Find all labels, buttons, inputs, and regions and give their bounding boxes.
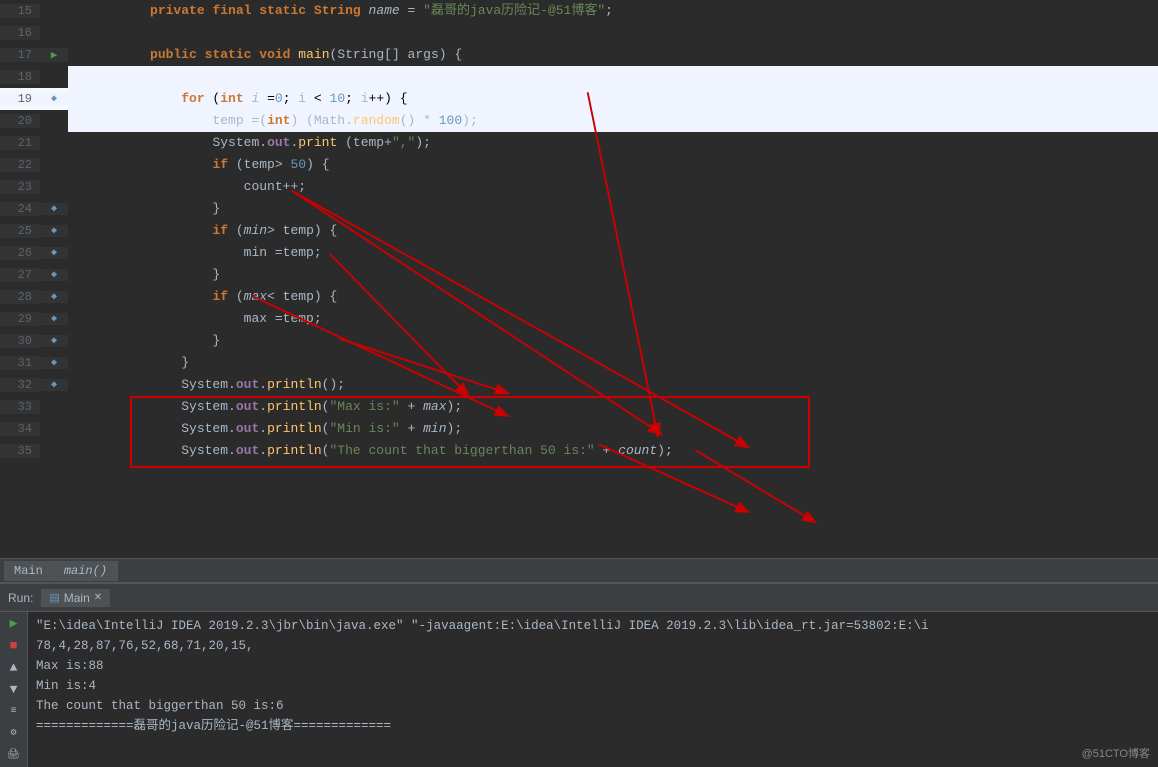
gutter-29: ◆ <box>40 313 68 325</box>
line-num-34: 34 <box>0 422 40 436</box>
gutter-17[interactable]: ▶ <box>40 48 68 62</box>
bookmark-icon-19: ◆ <box>51 93 57 105</box>
tab-strip: Main main() <box>0 558 1158 582</box>
bookmark-icon-28: ◆ <box>51 291 57 303</box>
gutter-32: ◆ <box>40 379 68 391</box>
line-num-20: 20 <box>0 114 40 128</box>
run-header: Run: ▤ Main ✕ <box>0 584 1158 612</box>
run-play-btn[interactable]: ▶ <box>4 616 24 632</box>
run-sidebar: ▶ ■ ▲ ▼ ≡ ⚙ 🖨 <box>0 612 28 767</box>
run-output: "E:\idea\IntelliJ IDEA 2019.2.3\jbr\bin\… <box>28 612 1158 767</box>
ide-container: 15 private final static String name = "磊… <box>0 0 1158 767</box>
code-line-15: 15 private final static String name = "磊… <box>0 0 1158 22</box>
bookmark-icon-26: ◆ <box>51 247 57 259</box>
line-num-33: 33 <box>0 400 40 414</box>
line-num-21: 21 <box>0 136 40 150</box>
gutter-24: ◆ <box>40 203 68 215</box>
line-num-26: 26 <box>0 246 40 260</box>
line-num-35: 35 <box>0 444 40 458</box>
run-panel: Run: ▤ Main ✕ ▶ ■ ▲ ▼ ≡ ⚙ 🖨 "E:\idea\Int… <box>0 582 1158 767</box>
editor-area: 15 private final static String name = "磊… <box>0 0 1158 558</box>
line-content-35: System.out.println("The count that bigge… <box>68 418 1158 484</box>
run-tab-label: Main <box>64 591 90 605</box>
line-num-16: 16 <box>0 26 40 40</box>
run-output-line-5: The count that biggerthan 50 is:6 <box>36 696 1150 716</box>
code-line-35: 35 System.out.println("The count that bi… <box>0 440 1158 462</box>
line-num-18: 18 <box>0 70 40 84</box>
line-num-15: 15 <box>0 4 40 18</box>
run-icon-17[interactable]: ▶ <box>51 48 58 62</box>
run-tab-main[interactable]: ▤ Main ✕ <box>41 589 110 607</box>
bookmark-icon-27: ◆ <box>51 269 57 281</box>
gutter-26: ◆ <box>40 247 68 259</box>
run-tab-close[interactable]: ✕ <box>94 592 102 603</box>
run-output-line-1: "E:\idea\IntelliJ IDEA 2019.2.3\jbr\bin\… <box>36 616 1150 636</box>
code-view: 15 private final static String name = "磊… <box>0 0 1158 558</box>
line-num-22: 22 <box>0 158 40 172</box>
line-num-31: 31 <box>0 356 40 370</box>
run-print-btn[interactable]: 🖨 <box>4 747 24 763</box>
bookmark-icon-30: ◆ <box>51 335 57 347</box>
line-num-29: 29 <box>0 312 40 326</box>
gutter-27: ◆ <box>40 269 68 281</box>
run-output-line-2: 78,4,28,87,76,52,68,71,20,15, <box>36 636 1150 656</box>
watermark: @51CTO博客 <box>1082 745 1150 761</box>
line-num-17: 17 <box>0 48 40 62</box>
run-output-line-4: Min is:4 <box>36 676 1150 696</box>
line-num-19: 19 <box>0 92 40 106</box>
line-num-30: 30 <box>0 334 40 348</box>
run-settings-btn[interactable]: ⚙ <box>4 725 24 741</box>
gutter-30: ◆ <box>40 335 68 347</box>
bookmark-icon-25: ◆ <box>51 225 57 237</box>
gutter-19: ◆ <box>40 93 68 105</box>
run-scroll-down-btn[interactable]: ▼ <box>4 682 24 698</box>
gutter-25: ◆ <box>40 225 68 237</box>
line-num-23: 23 <box>0 180 40 194</box>
line-num-27: 27 <box>0 268 40 282</box>
run-scroll-up-btn[interactable]: ▲ <box>4 660 24 676</box>
gutter-28: ◆ <box>40 291 68 303</box>
run-label: Run: <box>8 591 33 605</box>
bookmark-icon-31: ◆ <box>51 357 57 369</box>
tab-main[interactable]: Main <box>4 561 54 581</box>
line-num-25: 25 <box>0 224 40 238</box>
run-content: ▶ ■ ▲ ▼ ≡ ⚙ 🖨 "E:\idea\IntelliJ IDEA 201… <box>0 612 1158 767</box>
bookmark-icon-29: ◆ <box>51 313 57 325</box>
gutter-31: ◆ <box>40 357 68 369</box>
bookmark-icon-24: ◆ <box>51 203 57 215</box>
run-output-line-6: =============磊哥的java历险记-@51博客===========… <box>36 716 1150 736</box>
line-num-24: 24 <box>0 202 40 216</box>
run-output-line-3: Max is:88 <box>36 656 1150 676</box>
line-num-28: 28 <box>0 290 40 304</box>
bookmark-icon-32: ◆ <box>51 379 57 391</box>
line-num-32: 32 <box>0 378 40 392</box>
run-wrap-btn[interactable]: ≡ <box>4 703 24 719</box>
tab-main-method[interactable]: main() <box>54 561 118 581</box>
run-stop-btn[interactable]: ■ <box>4 638 24 654</box>
